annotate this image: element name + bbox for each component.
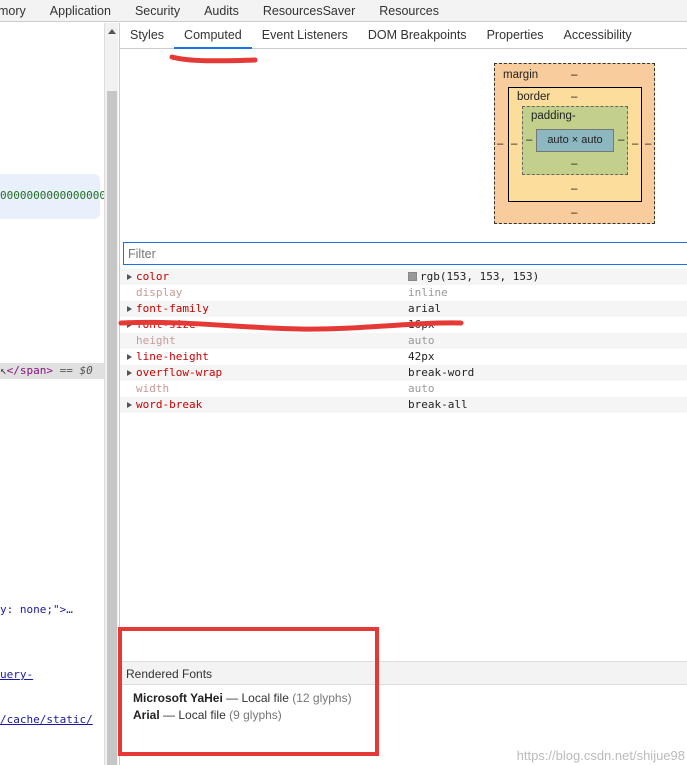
dom-selected-node[interactable]: ↖</span> == $0 xyxy=(0,364,93,377)
border-top-value[interactable]: – xyxy=(571,91,577,103)
padding-right-value[interactable]: – xyxy=(618,134,624,146)
property-name: overflow-wrap xyxy=(136,366,223,379)
property-value-text: 42px xyxy=(408,350,435,363)
annotation-box xyxy=(118,627,379,756)
expand-triangle-icon[interactable] xyxy=(127,306,132,312)
property-name: width xyxy=(136,382,170,395)
tab-computed[interactable]: Computed xyxy=(174,28,252,49)
box-model-padding[interactable]: padding- – – – auto × auto xyxy=(522,106,628,175)
computed-property-row[interactable]: display inline xyxy=(120,285,687,301)
expand-triangle-icon[interactable] xyxy=(127,370,132,376)
margin-right-value[interactable]: – xyxy=(645,138,651,150)
tab-application[interactable]: Application xyxy=(38,0,123,22)
property-value: 42px xyxy=(408,349,435,365)
property-value: auto xyxy=(408,333,435,349)
property-value-text: auto xyxy=(408,382,435,395)
tab-event-listeners[interactable]: Event Listeners xyxy=(252,28,358,48)
padding-bottom-value[interactable]: – xyxy=(571,158,577,170)
border-label: border xyxy=(517,91,551,103)
filter-box xyxy=(123,242,687,265)
expand-triangle-icon[interactable] xyxy=(127,274,132,280)
tab-resources[interactable]: Resources xyxy=(367,0,451,22)
tab-resourcessaver[interactable]: ResourcesSaver xyxy=(251,0,367,22)
box-model-border[interactable]: border – – – – padding- – – – auto × aut… xyxy=(508,87,642,202)
tab-security[interactable]: Security xyxy=(123,0,192,22)
property-name: display xyxy=(136,286,183,299)
property-value: break-all xyxy=(408,397,468,413)
dom-link-jquery[interactable]: uery- xyxy=(0,668,33,681)
dom-close-tag: </span> xyxy=(6,364,53,377)
watermark: https://blog.csdn.net/shijue98 xyxy=(516,748,685,763)
border-left-value[interactable]: – xyxy=(511,138,517,150)
border-right-value[interactable]: – xyxy=(632,138,638,150)
expand-triangle-icon[interactable] xyxy=(127,354,132,360)
margin-left-value[interactable]: – xyxy=(497,138,503,150)
tab-dom-breakpoints[interactable]: DOM Breakpoints xyxy=(358,28,477,48)
margin-top-value[interactable]: – xyxy=(571,69,577,81)
margin-label: margin xyxy=(503,69,539,81)
dom-attr-line[interactable]: y: none;">… xyxy=(0,603,73,616)
tab-properties[interactable]: Properties xyxy=(477,28,554,48)
property-value-text: inline xyxy=(408,286,448,299)
property-name: color xyxy=(136,270,170,283)
property-value-text: auto xyxy=(408,334,435,347)
property-value: 16px xyxy=(408,317,435,333)
property-value-text: 16px xyxy=(408,318,435,331)
cursor-glyph: ↖ xyxy=(0,364,7,377)
scroll-up-arrow-icon[interactable] xyxy=(108,29,116,34)
dom-text-node[interactable]: 0000000000000000 xyxy=(0,189,104,202)
computed-property-row[interactable]: overflow-wrap break-word xyxy=(120,365,687,381)
box-model-margin[interactable]: margin – – – – border – – – – padding- –… xyxy=(494,63,655,224)
computed-property-row[interactable]: font-family arial xyxy=(120,301,687,317)
property-name: height xyxy=(136,334,176,347)
border-bottom-value[interactable]: – xyxy=(571,183,577,195)
expand-triangle-icon[interactable] xyxy=(127,402,132,408)
box-model-content[interactable]: auto × auto xyxy=(536,129,614,152)
property-value: inline xyxy=(408,285,448,301)
elements-dom-tree[interactable]: 0000000000000000 ↖</span> == $0 y: none;… xyxy=(0,23,104,765)
tab-styles[interactable]: Styles xyxy=(120,28,174,48)
property-name: word-break xyxy=(136,398,203,411)
property-value-text: break-all xyxy=(408,398,468,411)
property-value: break-word xyxy=(408,365,474,381)
dom-link-cache[interactable]: /cache/static/ xyxy=(0,713,93,726)
property-name: font-family xyxy=(136,302,209,315)
padding-left-value[interactable]: – xyxy=(526,134,532,146)
computed-properties-list: color rgb(153, 153, 153) display inline font… xyxy=(120,269,687,413)
property-value: rgb(153, 153, 153) xyxy=(408,269,539,285)
devtools-main-tabs: mory Application Security Audits Resourc… xyxy=(0,0,687,22)
tab-memory[interactable]: mory xyxy=(0,0,38,22)
property-name: font-size xyxy=(136,318,196,331)
computed-property-row[interactable]: height auto xyxy=(120,333,687,349)
color-swatch[interactable] xyxy=(408,272,417,281)
dom-scrollbar[interactable] xyxy=(104,23,118,765)
dom-selected-marker: == $0 xyxy=(59,364,93,377)
computed-property-row[interactable]: word-break break-all xyxy=(120,397,687,413)
computed-property-row[interactable]: width auto xyxy=(120,381,687,397)
padding-label: padding- xyxy=(531,110,576,122)
computed-property-row[interactable]: font-size 16px xyxy=(120,317,687,333)
property-value: arial xyxy=(408,301,441,317)
computed-property-row[interactable]: line-height 42px xyxy=(120,349,687,365)
scrollbar-thumb[interactable] xyxy=(107,91,117,765)
annotation-underline-computed xyxy=(169,54,258,64)
property-value-text: rgb(153, 153, 153) xyxy=(420,270,540,283)
tab-accessibility[interactable]: Accessibility xyxy=(554,28,642,48)
filter-input[interactable] xyxy=(124,243,687,264)
computed-property-row[interactable]: color rgb(153, 153, 153) xyxy=(120,269,687,285)
property-value-text: break-word xyxy=(408,366,475,379)
property-value: auto xyxy=(408,381,435,397)
property-name: line-height xyxy=(136,350,209,363)
expand-triangle-icon[interactable] xyxy=(127,322,132,328)
margin-bottom-value[interactable]: – xyxy=(571,207,577,219)
property-value-text: arial xyxy=(408,302,442,315)
sidebar-tabs: Styles Computed Event Listeners DOM Brea… xyxy=(120,23,687,49)
tab-audits[interactable]: Audits xyxy=(192,0,251,22)
